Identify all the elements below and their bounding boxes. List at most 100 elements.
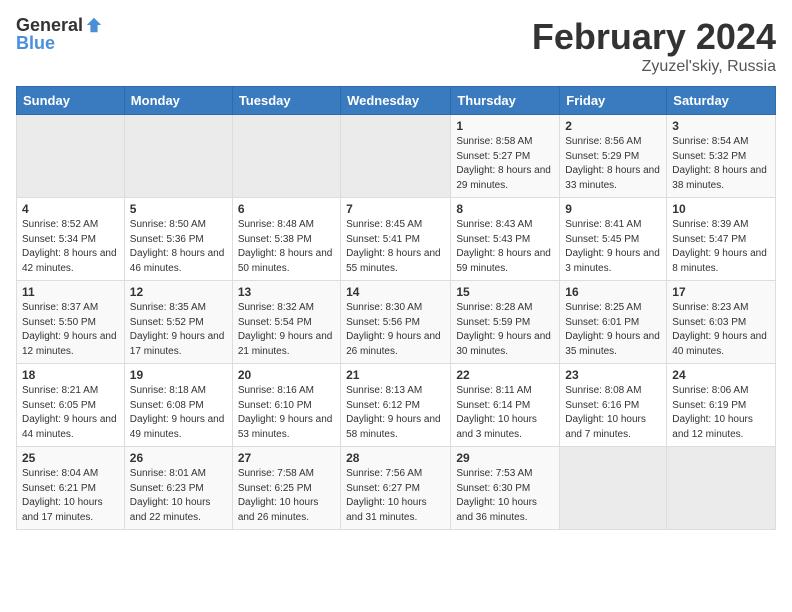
table-row: 3 Sunrise: 8:54 AMSunset: 5:32 PMDaylight… [667, 115, 776, 198]
day-info: Sunrise: 8:58 AMSunset: 5:27 PMDaylight:… [456, 135, 554, 193]
header-wednesday: Wednesday [341, 87, 451, 115]
table-row [667, 447, 776, 530]
day-info: Sunrise: 8:41 AMSunset: 5:45 PMDaylight:… [565, 218, 661, 276]
table-row [232, 115, 340, 198]
table-row: 23 Sunrise: 8:08 AMSunset: 6:16 PMDayligh… [560, 364, 667, 447]
table-row: 21Sunrise: 8:13 AMSunset: 6:12 PMDayligh… [341, 364, 451, 447]
calendar-week-row: 18 Sunrise: 8:21 AMSunset: 6:05 PMDayligh… [17, 364, 776, 447]
day-info: Sunrise: 8:39 AMSunset: 5:47 PMDaylight:… [672, 218, 770, 276]
day-info: Sunrise: 8:28 AMSunset: 5:59 PMDaylight:… [456, 301, 554, 359]
logo: General Blue [16, 16, 103, 54]
table-row: 20 Sunrise: 8:16 AMSunset: 6:10 PMDayligh… [232, 364, 340, 447]
day-number: 27 [238, 451, 335, 465]
day-number: 10 [672, 202, 770, 216]
table-row: 8Sunrise: 8:43 AMSunset: 5:43 PMDaylight… [451, 198, 560, 281]
day-info: Sunrise: 8:37 AMSunset: 5:50 PMDaylight:… [22, 301, 119, 359]
day-info: Sunrise: 8:08 AMSunset: 6:16 PMDaylight:… [565, 384, 661, 442]
day-number: 20 [238, 368, 335, 382]
day-number: 25 [22, 451, 119, 465]
day-number: 9 [565, 202, 661, 216]
day-info: Sunrise: 7:53 AMSunset: 6:30 PMDaylight:… [456, 467, 554, 525]
day-number: 11 [22, 285, 119, 299]
day-info: Sunrise: 8:56 AMSunset: 5:29 PMDaylight:… [565, 135, 661, 193]
day-info: Sunrise: 8:04 AMSunset: 6:21 PMDaylight:… [22, 467, 119, 525]
logo-icon [85, 16, 103, 34]
day-number: 21 [346, 368, 445, 382]
day-info: Sunrise: 8:45 AMSunset: 5:41 PMDaylight:… [346, 218, 445, 276]
table-row: 13 Sunrise: 8:32 AMSunset: 5:54 PMDayligh… [232, 281, 340, 364]
page-header: General Blue February 2024 Zyuzel'skiy, … [16, 16, 776, 76]
table-row: 11 Sunrise: 8:37 AMSunset: 5:50 PMDayligh… [17, 281, 125, 364]
day-number: 29 [456, 451, 554, 465]
day-number: 12 [130, 285, 227, 299]
table-row: 18 Sunrise: 8:21 AMSunset: 6:05 PMDayligh… [17, 364, 125, 447]
day-number: 23 [565, 368, 661, 382]
header-thursday: Thursday [451, 87, 560, 115]
day-number: 26 [130, 451, 227, 465]
table-row: 15 Sunrise: 8:28 AMSunset: 5:59 PMDayligh… [451, 281, 560, 364]
day-number: 15 [456, 285, 554, 299]
table-row: 10 Sunrise: 8:39 AMSunset: 5:47 PMDayligh… [667, 198, 776, 281]
day-info: Sunrise: 8:21 AMSunset: 6:05 PMDaylight:… [22, 384, 119, 442]
header-sunday: Sunday [17, 87, 125, 115]
day-info: Sunrise: 7:58 AMSunset: 6:25 PMDaylight:… [238, 467, 335, 525]
table-row: 26 Sunrise: 8:01 AMSunset: 6:23 PMDayligh… [124, 447, 232, 530]
table-row: 16 Sunrise: 8:25 AMSunset: 6:01 PMDayligh… [560, 281, 667, 364]
table-row: 27 Sunrise: 7:58 AMSunset: 6:25 PMDayligh… [232, 447, 340, 530]
table-row: 7Sunrise: 8:45 AMSunset: 5:41 PMDaylight… [341, 198, 451, 281]
header-friday: Friday [560, 87, 667, 115]
day-number: 14 [346, 285, 445, 299]
table-row: 6 Sunrise: 8:48 AMSunset: 5:38 PMDaylight… [232, 198, 340, 281]
day-number: 3 [672, 119, 770, 133]
day-info: Sunrise: 8:01 AMSunset: 6:23 PMDaylight:… [130, 467, 227, 525]
day-info: Sunrise: 8:54 AMSunset: 5:32 PMDaylight:… [672, 135, 770, 193]
table-row: 4 Sunrise: 8:52 AMSunset: 5:34 PMDaylight… [17, 198, 125, 281]
table-row: 25 Sunrise: 8:04 AMSunset: 6:21 PMDayligh… [17, 447, 125, 530]
table-row: 22 Sunrise: 8:11 AMSunset: 6:14 PMDayligh… [451, 364, 560, 447]
day-info: Sunrise: 8:06 AMSunset: 6:19 PMDaylight:… [672, 384, 770, 442]
day-info: Sunrise: 8:50 AMSunset: 5:36 PMDaylight:… [130, 218, 227, 276]
day-info: Sunrise: 8:18 AMSunset: 6:08 PMDaylight:… [130, 384, 227, 442]
table-row: 17 Sunrise: 8:23 AMSunset: 6:03 PMDayligh… [667, 281, 776, 364]
table-row: 24 Sunrise: 8:06 AMSunset: 6:19 PMDayligh… [667, 364, 776, 447]
day-number: 4 [22, 202, 119, 216]
day-number: 22 [456, 368, 554, 382]
table-row [560, 447, 667, 530]
table-row: 2 Sunrise: 8:56 AMSunset: 5:29 PMDaylight… [560, 115, 667, 198]
day-info: Sunrise: 8:11 AMSunset: 6:14 PMDaylight:… [456, 384, 554, 442]
day-info: Sunrise: 8:32 AMSunset: 5:54 PMDaylight:… [238, 301, 335, 359]
table-row: 1 Sunrise: 8:58 AMSunset: 5:27 PMDaylight… [451, 115, 560, 198]
title-area: February 2024 Zyuzel'skiy, Russia [532, 16, 776, 76]
table-row: 28 Sunrise: 7:56 AMSunset: 6:27 PMDayligh… [341, 447, 451, 530]
day-number: 13 [238, 285, 335, 299]
day-info: Sunrise: 8:23 AMSunset: 6:03 PMDaylight:… [672, 301, 770, 359]
calendar-title: February 2024 [532, 16, 776, 58]
day-number: 16 [565, 285, 661, 299]
calendar-week-row: 1 Sunrise: 8:58 AMSunset: 5:27 PMDaylight… [17, 115, 776, 198]
calendar-table: Sunday Monday Tuesday Wednesday Thursday… [16, 86, 776, 530]
header-tuesday: Tuesday [232, 87, 340, 115]
day-number: 17 [672, 285, 770, 299]
calendar-week-row: 11 Sunrise: 8:37 AMSunset: 5:50 PMDayligh… [17, 281, 776, 364]
day-number: 19 [130, 368, 227, 382]
day-number: 2 [565, 119, 661, 133]
table-row [17, 115, 125, 198]
day-number: 24 [672, 368, 770, 382]
day-info: Sunrise: 8:52 AMSunset: 5:34 PMDaylight:… [22, 218, 119, 276]
day-info: Sunrise: 8:35 AMSunset: 5:52 PMDaylight:… [130, 301, 227, 359]
day-number: 28 [346, 451, 445, 465]
weekday-header-row: Sunday Monday Tuesday Wednesday Thursday… [17, 87, 776, 115]
day-info: Sunrise: 8:16 AMSunset: 6:10 PMDaylight:… [238, 384, 335, 442]
logo-blue: Blue [16, 33, 55, 53]
day-info: Sunrise: 8:43 AMSunset: 5:43 PMDaylight:… [456, 218, 554, 276]
day-number: 6 [238, 202, 335, 216]
calendar-week-row: 25 Sunrise: 8:04 AMSunset: 6:21 PMDayligh… [17, 447, 776, 530]
day-info: Sunrise: 8:48 AMSunset: 5:38 PMDaylight:… [238, 218, 335, 276]
logo-general: General [16, 16, 83, 34]
day-info: Sunrise: 7:56 AMSunset: 6:27 PMDaylight:… [346, 467, 445, 525]
day-number: 1 [456, 119, 554, 133]
table-row: 29 Sunrise: 7:53 AMSunset: 6:30 PMDayligh… [451, 447, 560, 530]
day-number: 18 [22, 368, 119, 382]
day-info: Sunrise: 8:25 AMSunset: 6:01 PMDaylight:… [565, 301, 661, 359]
table-row: 9 Sunrise: 8:41 AMSunset: 5:45 PMDaylight… [560, 198, 667, 281]
